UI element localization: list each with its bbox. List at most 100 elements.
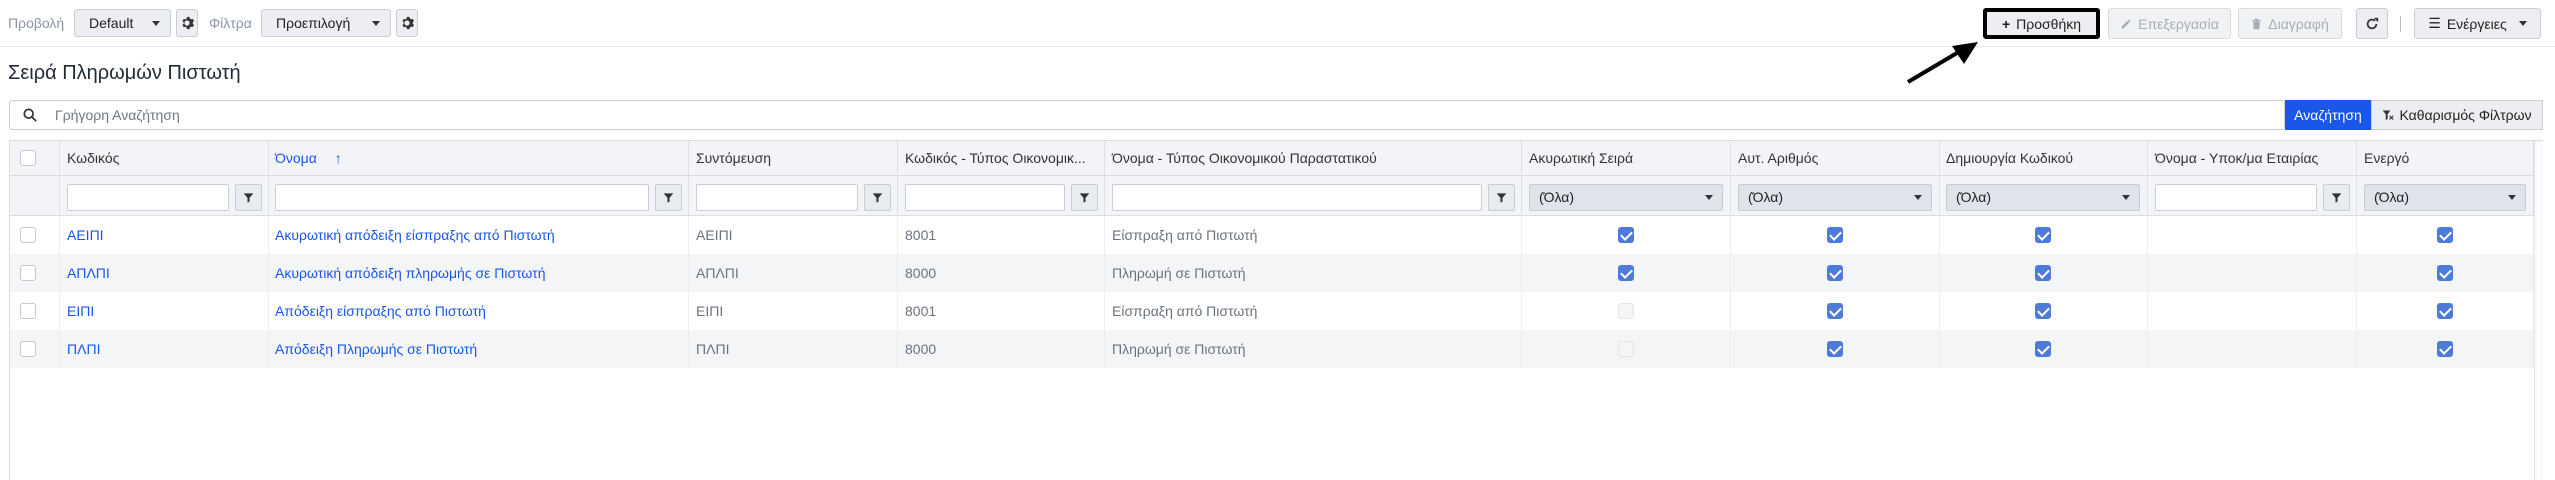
filter-settings-button[interactable] bbox=[396, 9, 418, 37]
column-filter-select[interactable]: (Όλα) bbox=[2364, 184, 2526, 211]
column-header-label: Όνομα - Υποκ/μα Εταιρίας bbox=[2155, 150, 2319, 166]
view-settings-button[interactable] bbox=[176, 9, 198, 37]
table-cell-create-code bbox=[1939, 292, 2148, 330]
column-filter-select[interactable]: (Όλα) bbox=[1946, 184, 2140, 211]
column-header[interactable]: Αυτ. Αριθμός bbox=[1731, 141, 1940, 175]
column-header-label: Ακυρωτική Σειρά bbox=[1529, 150, 1634, 166]
filter-cell: (Όλα) bbox=[2357, 176, 2534, 215]
table-cell-code[interactable]: ΠΛΠΙ bbox=[60, 330, 269, 368]
table-cell-doc-code: 8000 bbox=[898, 254, 1105, 292]
actions-menu-button[interactable]: ☰ Ενέργειες bbox=[2414, 8, 2541, 39]
refresh-button[interactable] bbox=[2356, 8, 2388, 39]
menu-icon: ☰ bbox=[2428, 15, 2441, 31]
column-header[interactable]: Όνομα ↑ bbox=[268, 141, 689, 175]
column-filter-select[interactable]: (Όλα) bbox=[1738, 184, 1932, 211]
clear-filters-button[interactable]: Καθαρισμός Φίλτρων bbox=[2371, 100, 2543, 130]
page-title: Σειρά Πληρωμών Πιστωτή bbox=[8, 62, 241, 84]
column-filter-select-value: (Όλα) bbox=[1539, 189, 1575, 205]
table-cell-active bbox=[2357, 254, 2534, 292]
column-header-label: Αυτ. Αριθμός bbox=[1738, 150, 1819, 166]
table-cell-cancel bbox=[1522, 330, 1731, 368]
data-grid: Κωδικός Όνομα ↑ Συντόμευση Κωδικός - Τύπος Ο… bbox=[9, 140, 2543, 480]
grid-header-row: Κωδικός Όνομα ↑ Συντόμευση Κωδικός - Τύπος Ο… bbox=[10, 141, 2534, 176]
add-button-label: Προσθήκη bbox=[2016, 15, 2082, 32]
column-header[interactable]: Δημιουργία Κωδικού bbox=[1939, 141, 2148, 175]
table-cell-cancel bbox=[1522, 216, 1731, 254]
row-select-checkbox[interactable] bbox=[20, 265, 36, 281]
column-filter-button[interactable] bbox=[1071, 184, 1098, 211]
column-filter-button[interactable] bbox=[864, 184, 891, 211]
filter-cell: (Όλα) bbox=[1731, 176, 1940, 215]
column-filter-button[interactable] bbox=[1488, 184, 1515, 211]
app-root: Προβολή Default Φίλτρα Προεπιλογή + Προσ… bbox=[0, 0, 2555, 480]
column-header[interactable]: Όνομα - Τύπος Οικονομικού Παραστατικού bbox=[1105, 141, 1522, 175]
table-cell-checkbox bbox=[1618, 341, 1634, 357]
table-row[interactable]: ΑΕΙΠΙ Ακυρωτική απόδειξη είσπραξης από Πι… bbox=[10, 216, 2534, 254]
column-header[interactable]: Όνομα - Υποκ/μα Εταιρίας bbox=[2148, 141, 2357, 175]
table-cell-code[interactable]: ΑΠΛΠΙ bbox=[60, 254, 269, 292]
column-filter-input[interactable] bbox=[67, 184, 229, 211]
table-cell-checkbox bbox=[1618, 265, 1634, 281]
chevron-down-icon bbox=[2508, 195, 2516, 200]
table-cell-code[interactable]: ΕΙΠΙ bbox=[60, 292, 269, 330]
column-filter-select[interactable]: (Όλα) bbox=[1529, 184, 1723, 211]
edit-button-label: Επεξεργασία bbox=[2138, 15, 2219, 32]
table-cell-name[interactable]: Ακυρωτική απόδειξη είσπραξης από Πιστωτή bbox=[268, 216, 689, 254]
pencil-icon bbox=[2121, 19, 2131, 28]
column-filter-input[interactable] bbox=[275, 184, 649, 211]
column-header[interactable]: Ακυρωτική Σειρά bbox=[1522, 141, 1731, 175]
filter-cell-blank bbox=[10, 176, 60, 215]
toolbar-separator bbox=[2400, 16, 2401, 32]
column-header[interactable]: Κωδικός - Τύπος Οικονομικ... bbox=[898, 141, 1105, 175]
filter-icon bbox=[1496, 193, 1507, 203]
grid-filter-row: (Όλα) (Όλα) (Όλα) (Όλα) bbox=[10, 176, 2534, 216]
chevron-down-icon bbox=[372, 21, 380, 26]
table-cell-doc-name: Πληρωμή σε Πιστωτή bbox=[1105, 330, 1522, 368]
row-select-checkbox[interactable] bbox=[20, 303, 36, 319]
delete-button[interactable]: Διαγραφή bbox=[2238, 8, 2342, 39]
table-row[interactable]: ΠΛΠΙ Απόδειξη Πληρωμής σε Πιστωτή ΠΛΠΙ 8000… bbox=[10, 330, 2534, 368]
table-cell-subsidiary bbox=[2148, 330, 2357, 368]
table-cell-name[interactable]: Ακυρωτική απόδειξη πληρωμής σε Πιστωτή bbox=[268, 254, 689, 292]
row-select-checkbox[interactable] bbox=[20, 227, 36, 243]
filter-cell bbox=[1105, 176, 1522, 215]
column-filter-input[interactable] bbox=[905, 184, 1065, 211]
filter-clear-icon bbox=[2383, 110, 2395, 121]
table-cell-active bbox=[2357, 216, 2534, 254]
view-select[interactable]: Default bbox=[74, 9, 171, 37]
add-button[interactable]: + Προσθήκη bbox=[1983, 8, 2100, 39]
row-select-cell bbox=[10, 216, 60, 254]
chevron-down-icon bbox=[1705, 195, 1713, 200]
table-cell-code[interactable]: ΑΕΙΠΙ bbox=[60, 216, 269, 254]
column-filter-button[interactable] bbox=[2323, 184, 2350, 211]
column-filter-input[interactable] bbox=[2155, 184, 2317, 211]
table-cell-checkbox bbox=[1827, 227, 1843, 243]
column-filter-button[interactable] bbox=[235, 184, 262, 211]
select-all-checkbox[interactable] bbox=[20, 150, 36, 166]
row-select-cell bbox=[10, 330, 60, 368]
table-cell-name[interactable]: Απόδειξη Πληρωμής σε Πιστωτή bbox=[268, 330, 689, 368]
table-cell-abbr: ΑΕΙΠΙ bbox=[689, 216, 898, 254]
column-header[interactable]: Ενεργό bbox=[2357, 141, 2534, 175]
table-row[interactable]: ΕΙΠΙ Απόδειξη είσπραξης από Πιστωτή ΕΙΠΙ 80… bbox=[10, 292, 2534, 330]
edit-button[interactable]: Επεξεργασία bbox=[2108, 8, 2231, 39]
row-select-checkbox[interactable] bbox=[20, 341, 36, 357]
table-cell-name[interactable]: Απόδειξη είσπραξης από Πιστωτή bbox=[268, 292, 689, 330]
filter-cell bbox=[60, 176, 269, 215]
quick-search-input[interactable]: Γρήγορη Αναζήτηση bbox=[9, 100, 2285, 130]
filter-label: Φίλτρα bbox=[209, 15, 252, 31]
table-row[interactable]: ΑΠΛΠΙ Ακυρωτική απόδειξη πληρωμής σε Πιστ… bbox=[10, 254, 2534, 292]
table-cell-doc-code: 8001 bbox=[898, 216, 1105, 254]
plus-icon: + bbox=[2001, 15, 2011, 32]
column-header[interactable]: Κωδικός bbox=[60, 141, 269, 175]
column-header[interactable]: Συντόμευση bbox=[689, 141, 898, 175]
table-cell-doc-code: 8001 bbox=[898, 292, 1105, 330]
column-filter-button[interactable] bbox=[655, 184, 682, 211]
vertical-scrollbar[interactable] bbox=[2534, 141, 2543, 480]
select-all-cell bbox=[10, 141, 60, 175]
column-filter-input[interactable] bbox=[1112, 184, 1482, 211]
search-button[interactable]: Αναζήτηση bbox=[2285, 100, 2371, 130]
table-cell-checkbox bbox=[2035, 303, 2051, 319]
filter-select[interactable]: Προεπιλογή bbox=[261, 9, 391, 37]
column-filter-input[interactable] bbox=[696, 184, 858, 211]
